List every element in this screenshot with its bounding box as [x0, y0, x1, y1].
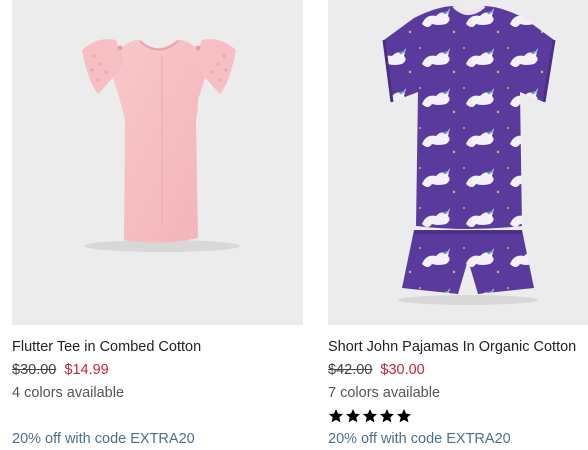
sale-price: $30.00: [380, 362, 425, 378]
original-price: $42.00: [328, 362, 373, 378]
product-name[interactable]: Short John Pajamas In Organic Cotton: [328, 338, 588, 356]
colors-available[interactable]: 7 colors available: [328, 384, 588, 402]
product-card-flutter-tee[interactable]: Flutter Tee in Combed Cotton $30.00 $14.…: [12, 0, 303, 447]
original-price: $30.00: [12, 362, 57, 378]
product-price: $42.00 $30.00: [328, 361, 588, 379]
star-icon: [329, 409, 343, 423]
product-name[interactable]: Flutter Tee in Combed Cotton: [12, 338, 303, 356]
product-image-short-john-pajamas[interactable]: [328, 0, 588, 325]
product-card-short-john-pajamas[interactable]: Short John Pajamas In Organic Cotton $42…: [328, 0, 588, 447]
star-icon: [397, 409, 411, 423]
promo-text: 20% off with code EXTRA20: [12, 431, 195, 447]
rating-stars[interactable]: [328, 408, 588, 426]
unicorn-pajamas-illustration: [382, 4, 556, 305]
promo-text: 20% off with code EXTRA20: [328, 431, 511, 447]
product-image-flutter-tee[interactable]: [12, 0, 303, 325]
star-icon: [346, 409, 360, 423]
colors-available[interactable]: 4 colors available: [12, 384, 303, 402]
sale-price: $14.99: [64, 362, 109, 378]
product-price: $30.00 $14.99: [12, 361, 303, 379]
star-icon: [380, 409, 394, 423]
pink-tee-illustration: [82, 39, 240, 252]
star-icon: [363, 409, 377, 423]
